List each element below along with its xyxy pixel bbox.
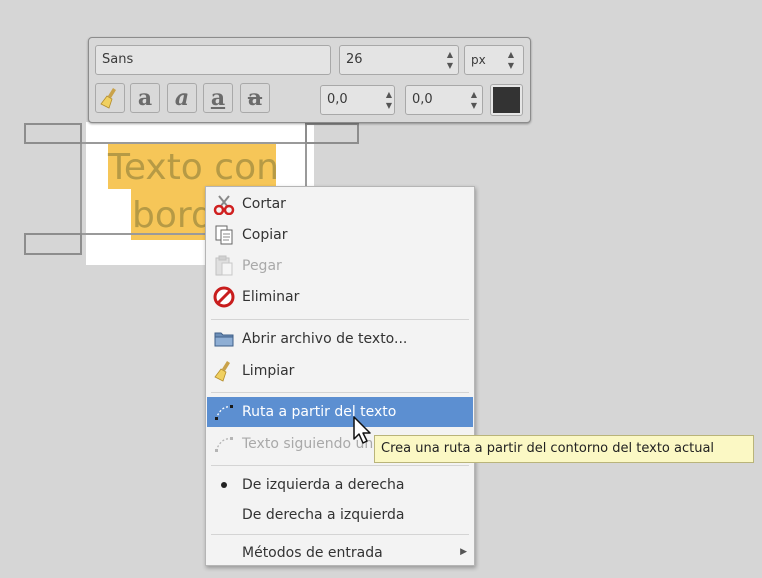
menu-separator xyxy=(211,319,469,320)
menu-item-open-text-file[interactable]: Abrir archivo de texto... xyxy=(207,324,473,354)
delete-icon xyxy=(213,286,235,308)
resize-handle-top-right[interactable] xyxy=(305,123,359,144)
broom-icon xyxy=(100,88,116,109)
font-size-spinner[interactable]: ▲ ▼ xyxy=(442,46,458,74)
menu-item-path-from-text[interactable]: Ruta a partir del texto xyxy=(207,397,473,427)
font-size-value: 26 xyxy=(346,52,363,67)
menu-item-delete-label: Eliminar xyxy=(242,289,300,305)
font-input[interactable]: Sans xyxy=(95,45,331,75)
kerning-value: 0,0 xyxy=(412,92,433,107)
menu-item-input-methods-label: Métodos de entrada xyxy=(242,545,383,561)
broom-icon xyxy=(214,361,230,382)
menu-item-right-to-left-label: De derecha a izquierda xyxy=(242,507,405,523)
copy-icon xyxy=(215,225,233,245)
text-color-button[interactable] xyxy=(490,84,523,116)
menu-item-delete[interactable]: Eliminar xyxy=(207,282,473,312)
text-path-icon xyxy=(215,437,233,452)
menu-item-clear[interactable]: Limpiar xyxy=(207,356,473,386)
context-menu: Cortar Copiar Pegar Eliminar Abrir archi… xyxy=(205,186,475,566)
text-box-frame-left xyxy=(80,142,82,235)
baseline-offset-value: 0,0 xyxy=(327,92,348,107)
text-color-swatch xyxy=(493,87,520,113)
strikethrough-icon: a xyxy=(247,85,263,111)
path-icon xyxy=(215,405,233,420)
tooltip: Crea una ruta a partir del contorno del … xyxy=(374,435,754,463)
menu-item-right-to-left[interactable]: De derecha a izquierda xyxy=(207,500,473,530)
italic-button[interactable]: a xyxy=(167,83,197,113)
menu-item-input-methods[interactable]: Métodos de entrada ▶ xyxy=(207,538,473,568)
resize-handle-top-left[interactable] xyxy=(24,123,82,144)
radio-dot-icon xyxy=(221,482,227,488)
tooltip-text: Crea una ruta a partir del contorno del … xyxy=(381,441,715,456)
menu-item-clear-label: Limpiar xyxy=(242,363,295,379)
text-box-frame-top xyxy=(80,142,310,144)
resize-handle-bottom-left[interactable] xyxy=(24,233,82,255)
menu-item-cut[interactable]: Cortar xyxy=(207,189,473,219)
mouse-pointer-icon xyxy=(353,416,371,444)
unit-value: px xyxy=(471,53,486,67)
baseline-offset-spinner[interactable]: ▲ ▼ xyxy=(381,86,397,114)
menu-item-copy-label: Copiar xyxy=(242,227,288,243)
underline-icon: a xyxy=(210,85,226,111)
strikethrough-button[interactable]: a xyxy=(240,83,270,113)
canvas-text-line1[interactable]: Texto con xyxy=(108,146,279,190)
menu-item-copy[interactable]: Copiar xyxy=(207,220,473,250)
font-size-input[interactable]: 26 xyxy=(339,45,459,75)
menu-item-left-to-right[interactable]: De izquierda a derecha xyxy=(207,470,473,500)
unit-select-arrows[interactable]: ▲ ▼ xyxy=(503,46,519,74)
menu-separator xyxy=(211,392,469,393)
menu-item-paste-label: Pegar xyxy=(242,258,282,274)
menu-separator xyxy=(211,465,469,466)
underline-button[interactable]: a xyxy=(203,83,233,113)
kerning-spinner[interactable]: ▲ ▼ xyxy=(466,86,482,114)
menu-item-open-text-file-label: Abrir archivo de texto... xyxy=(242,331,408,347)
bold-icon: a xyxy=(137,85,153,111)
font-value: Sans xyxy=(102,52,134,67)
italic-icon: a xyxy=(174,85,190,111)
paste-icon xyxy=(215,255,233,276)
menu-item-paste[interactable]: Pegar xyxy=(207,251,473,281)
submenu-arrow-icon: ▶ xyxy=(460,547,467,557)
bold-button[interactable]: a xyxy=(130,83,160,113)
menu-separator xyxy=(211,534,469,535)
folder-icon xyxy=(214,332,234,347)
text-tool-options-bar: Sans 26 ▲ ▼ px ▲ ▼ a a a a 0,0 ▲ ▼ 0,0 ▲ ▼ xyxy=(88,37,531,123)
clear-style-button[interactable] xyxy=(95,83,125,113)
menu-item-cut-label: Cortar xyxy=(242,196,286,212)
scissors-icon xyxy=(213,195,235,215)
menu-item-left-to-right-label: De izquierda a derecha xyxy=(242,477,405,493)
